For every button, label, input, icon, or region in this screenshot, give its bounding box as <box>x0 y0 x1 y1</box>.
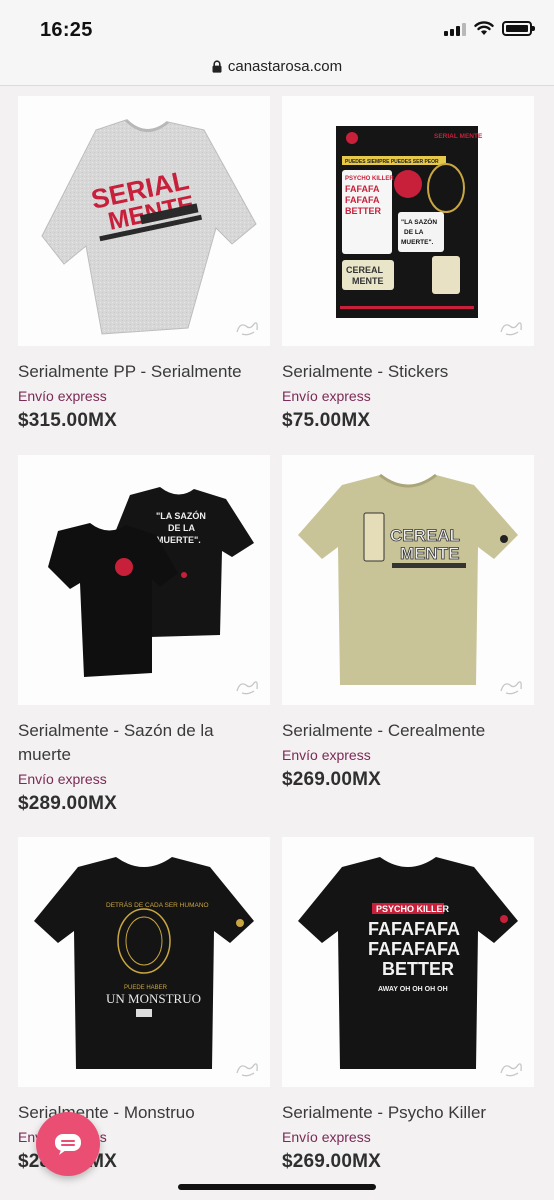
status-bar: 16:25 <box>0 0 554 48</box>
battery-icon <box>502 21 535 36</box>
tshirt-image: PSYCHO KILLER FAFAFAFA FAFAFAFA BETTER A… <box>298 857 518 1069</box>
svg-text:FAFAFA: FAFAFA <box>345 195 380 205</box>
product-price: $315.00MX <box>18 410 117 431</box>
product-image[interactable]: CEREAL MENTE <box>282 455 534 705</box>
product-name[interactable]: Serialmente - Stickers <box>282 360 534 384</box>
product-image[interactable]: "LA SAZÓN DE LA MUERTE". <box>18 455 270 705</box>
product-name[interactable]: Serialmente - Psycho Killer <box>282 1101 534 1125</box>
tshirt-image: "LA SAZÓN DE LA MUERTE". <box>48 487 254 677</box>
svg-text:PUEDES SIEMPRE PUEDES SER PEOR: PUEDES SIEMPRE PUEDES SER PEOR <box>345 159 439 165</box>
product-name[interactable]: Serialmente - Cerealmente <box>282 719 534 743</box>
product-card[interactable]: CEREAL MENTE Serialmente - Cerealmente E… <box>282 455 534 791</box>
svg-text:BETTER: BETTER <box>345 206 382 216</box>
chat-bubble-icon <box>55 1134 81 1155</box>
tshirt-image: DETRÁS DE CADA SER HUMANO PUEDE HABER UN… <box>34 857 254 1069</box>
brand-watermark-icon <box>500 681 522 695</box>
tshirt-image: CEREAL MENTE <box>298 473 518 685</box>
shipping-label: Envío express <box>282 1129 371 1145</box>
product-name[interactable]: Serialmente - Sazón de la muerte <box>18 719 270 767</box>
brand-watermark-icon <box>236 1063 258 1077</box>
brand-watermark-icon <box>236 322 258 336</box>
product-price: $75.00MX <box>282 410 371 431</box>
product-price: $289.00MX <box>18 793 117 814</box>
product-price: $269.00MX <box>282 1151 381 1172</box>
svg-text:PSYCHO KILLER: PSYCHO KILLER <box>345 176 394 182</box>
tshirt-image: SERIAL MENTE <box>41 118 257 335</box>
product-name[interactable]: Serialmente PP - Serialmente <box>18 360 270 384</box>
svg-text:"LA SAZÓN: "LA SAZÓN <box>156 510 206 521</box>
svg-text:CEREAL: CEREAL <box>390 526 460 545</box>
brand-watermark-icon <box>236 681 258 695</box>
product-grid: SERIAL MENTE Serialmente PP - Serialment… <box>0 86 554 1200</box>
svg-text:DETRÁS DE CADA SER HUMANO: DETRÁS DE CADA SER HUMANO <box>106 900 209 909</box>
product-card[interactable]: "LA SAZÓN DE LA MUERTE". Serialmente - S… <box>18 455 270 815</box>
svg-text:FAFAFAFA: FAFAFAFA <box>368 919 460 939</box>
svg-text:DE LA: DE LA <box>168 523 196 533</box>
product-card[interactable]: SERIAL MENTE Serialmente PP - Serialment… <box>18 96 270 432</box>
wifi-icon <box>474 21 494 35</box>
product-image[interactable]: SERIAL MENTE <box>18 96 270 346</box>
svg-text:MUERTE".: MUERTE". <box>401 239 434 246</box>
product-image[interactable]: PSYCHO KILLER FAFAFAFA FAFAFAFA BETTER A… <box>282 837 534 1087</box>
product-image[interactable]: SERIAL MENTE PUEDES SIEMPRE PUEDES SER P… <box>282 96 534 346</box>
svg-text:AWAY OH OH OH OH: AWAY OH OH OH OH <box>378 986 448 993</box>
shipping-label: Envío express <box>282 747 371 763</box>
shipping-label: Envío express <box>18 771 107 787</box>
svg-text:FAFAFA: FAFAFA <box>345 184 380 194</box>
address-bar[interactable]: canastarosa.com <box>0 48 554 86</box>
svg-text:BETTER: BETTER <box>382 959 454 979</box>
svg-text:UN MONSTRUO: UN MONSTRUO <box>106 991 201 1006</box>
svg-text:MUERTE".: MUERTE". <box>156 535 201 545</box>
chat-button[interactable] <box>36 1112 100 1176</box>
shipping-label: Envío express <box>282 388 371 404</box>
product-price: $269.00MX <box>282 769 381 790</box>
url-text: canastarosa.com <box>227 58 343 75</box>
lock-icon <box>212 60 222 73</box>
svg-text:DE LA: DE LA <box>404 229 424 236</box>
product-image[interactable]: DETRÁS DE CADA SER HUMANO PUEDE HABER UN… <box>18 837 270 1087</box>
svg-text:CEREAL: CEREAL <box>346 265 384 275</box>
svg-text:PSYCHO KILLER: PSYCHO KILLER <box>376 904 450 914</box>
status-icons <box>444 21 535 36</box>
brand-watermark-icon <box>500 1063 522 1077</box>
svg-text:SERIAL MENTE: SERIAL MENTE <box>434 133 483 140</box>
product-card[interactable]: SERIAL MENTE PUEDES SIEMPRE PUEDES SER P… <box>282 96 534 432</box>
svg-text:FAFAFAFA: FAFAFAFA <box>368 939 460 959</box>
status-time: 16:25 <box>40 19 93 41</box>
signal-icon <box>444 22 466 36</box>
svg-text:MENTE: MENTE <box>400 544 460 563</box>
svg-text:"LA SAZÓN: "LA SAZÓN <box>401 217 437 226</box>
svg-text:MENTE: MENTE <box>352 276 384 286</box>
sticker-sheet-image: SERIAL MENTE PUEDES SIEMPRE PUEDES SER P… <box>336 126 483 318</box>
home-indicator[interactable] <box>178 1184 376 1190</box>
shipping-label: Envío express <box>18 388 107 404</box>
brand-watermark-icon <box>500 322 522 336</box>
product-card[interactable]: PSYCHO KILLER FAFAFAFA FAFAFAFA BETTER A… <box>282 837 534 1173</box>
